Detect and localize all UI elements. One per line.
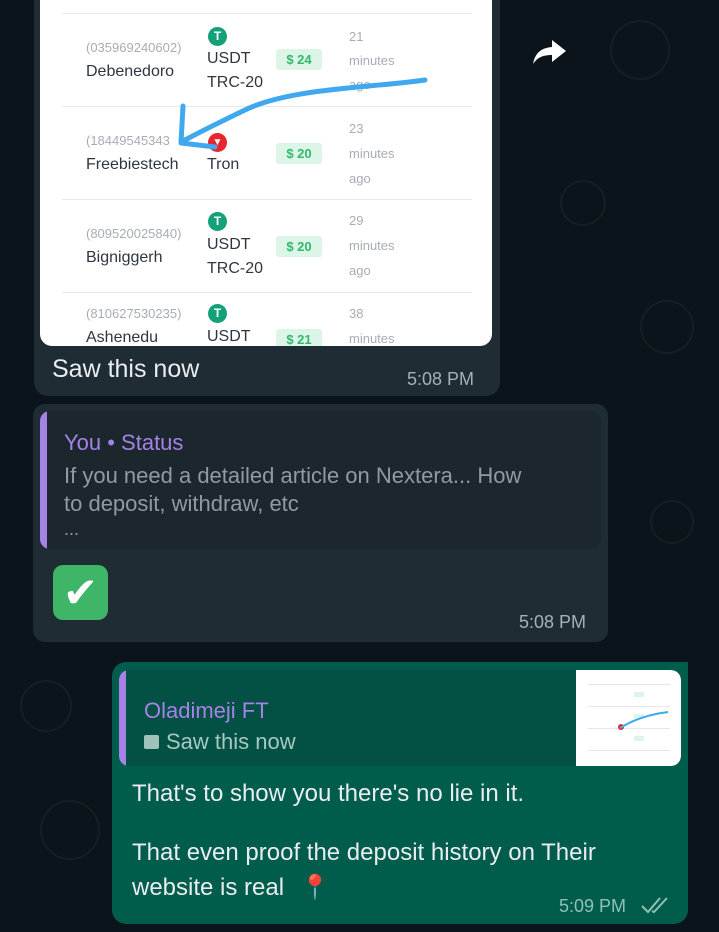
thumbnail-arrow — [619, 711, 669, 729]
wallpaper-doodle — [650, 500, 694, 544]
incoming-reply-message[interactable]: You • Status If you need a detailed arti… — [33, 404, 608, 642]
wallpaper-doodle — [20, 680, 72, 732]
forward-icon[interactable] — [532, 38, 568, 66]
round-pushpin-emoji: 📍 — [300, 874, 330, 901]
wallpaper-doodle — [40, 800, 100, 860]
read-receipt-icon — [640, 894, 670, 916]
check-mark-emoji: ✔ — [53, 565, 108, 620]
message-time: 5:09 PM — [559, 896, 627, 916]
outgoing-reply-message[interactable]: Oladimeji FT Saw this now That's to show… — [112, 662, 688, 924]
message-text: That even proof the deposit history on T… — [132, 839, 596, 866]
emoji-glyph: ✔ — [62, 569, 99, 616]
quote-bar — [119, 670, 126, 766]
message-text: website is real — [132, 874, 285, 901]
quote-author: Oladimeji FT — [144, 698, 269, 723]
quote-thumbnail[interactable] — [576, 670, 681, 766]
wallpaper-doodle — [560, 180, 606, 226]
photo-icon — [144, 735, 159, 749]
wallpaper-doodle — [640, 300, 694, 354]
quoted-status[interactable]: You • Status If you need a detailed arti… — [40, 411, 601, 549]
image-attachment[interactable]: (035969240602) Debenedoro T USDT TRC-20 … — [40, 0, 492, 346]
quote-text: to deposit, withdraw, etc — [64, 491, 299, 516]
message-text: That's to show you there's no lie in it. — [132, 780, 525, 807]
message-caption: Saw this now — [52, 355, 200, 383]
quote-text: Saw this now — [166, 729, 296, 754]
quoted-message[interactable]: Oladimeji FT Saw this now — [119, 670, 681, 766]
wallpaper-doodle — [610, 20, 670, 80]
quote-text: ... — [64, 519, 80, 539]
quote-bar — [40, 411, 47, 549]
quote-text: If you need a detailed article on Nexter… — [64, 463, 522, 488]
quote-author: You • Status — [64, 430, 184, 455]
message-time: 5:08 PM — [407, 369, 475, 389]
message-time: 5:08 PM — [519, 612, 587, 632]
annotation-arrow — [178, 77, 428, 150]
